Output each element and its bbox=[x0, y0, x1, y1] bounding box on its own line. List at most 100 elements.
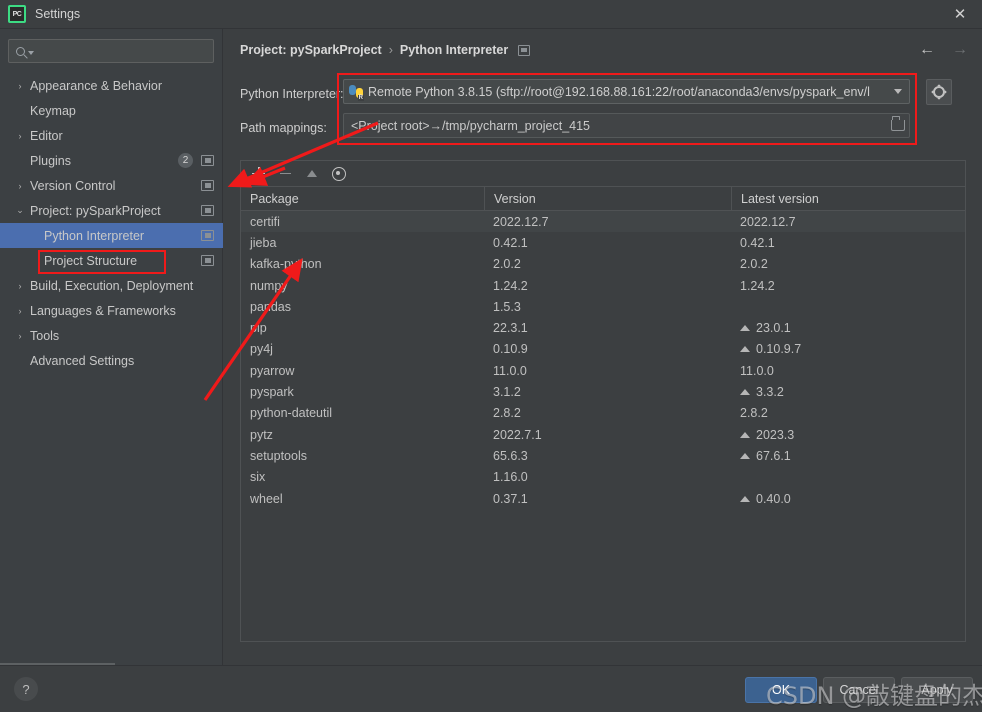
forward-arrow-icon[interactable]: → bbox=[952, 42, 968, 58]
sidebar-item-label: Keymap bbox=[30, 103, 76, 118]
cell-latest-version: 11.0.0 bbox=[740, 363, 774, 378]
table-row[interactable]: pandas 1.5.3 bbox=[241, 296, 965, 317]
cell-package: pytz bbox=[250, 427, 273, 442]
table-row[interactable]: pyspark 3.1.2 3.3.2 bbox=[241, 381, 965, 402]
settings-scope-icon[interactable] bbox=[201, 230, 214, 241]
interpreter-settings-button[interactable] bbox=[926, 79, 952, 105]
sidebar-item-project-pysparkproject[interactable]: ⌄ Project: pySparkProject bbox=[0, 198, 223, 223]
sidebar-item-label: Advanced Settings bbox=[30, 353, 135, 368]
cell-latest-version: 0.42.1 bbox=[740, 235, 775, 250]
packages-toolbar bbox=[241, 161, 965, 187]
table-row[interactable]: certifi 2022.12.7 2022.12.7 bbox=[241, 211, 965, 233]
chevron-right-icon[interactable]: › bbox=[14, 180, 26, 192]
sidebar-item-appearance-behavior[interactable]: › Appearance & Behavior bbox=[0, 73, 223, 98]
search-icon bbox=[16, 46, 25, 56]
folder-icon[interactable] bbox=[891, 116, 905, 131]
table-row[interactable]: pip 22.3.1 23.0.1 bbox=[241, 317, 965, 338]
sidebar-item-advanced-settings[interactable]: Advanced Settings bbox=[0, 348, 223, 373]
table-row[interactable]: setuptools 65.6.3 67.6.1 bbox=[241, 445, 965, 466]
table-row[interactable]: pyarrow 11.0.0 11.0.0 bbox=[241, 360, 965, 381]
upgrade-package-icon[interactable] bbox=[305, 166, 320, 181]
settings-scope-icon[interactable] bbox=[201, 155, 214, 166]
cell-latest-version bbox=[731, 296, 965, 317]
sidebar-item-version-control[interactable]: › Version Control bbox=[0, 173, 223, 198]
cell-latest-version: 23.0.1 bbox=[731, 317, 965, 338]
table-row[interactable]: six 1.16.0 bbox=[241, 467, 965, 488]
table-row[interactable]: py4j 0.10.9 0.10.9.7 bbox=[241, 339, 965, 360]
chevron-down-icon[interactable]: ⌄ bbox=[14, 205, 26, 217]
path-mappings-field[interactable]: <Project root>→/tmp/pycharm_project_415 bbox=[343, 113, 910, 138]
upgrade-available-icon bbox=[740, 495, 750, 502]
table-row[interactable]: numpy 1.24.2 1.24.2 bbox=[241, 275, 965, 296]
cell-latest-version: 0.10.9.7 bbox=[731, 339, 965, 360]
column-header-version[interactable]: Version bbox=[484, 187, 731, 210]
window-title: Settings bbox=[35, 7, 81, 21]
project-scope-icon[interactable] bbox=[518, 44, 531, 56]
settings-scope-icon[interactable] bbox=[201, 180, 214, 191]
close-icon[interactable]: ✕ bbox=[938, 0, 982, 28]
breadcrumb: Project: pySparkProject › Python Interpr… bbox=[240, 43, 531, 57]
add-package-icon[interactable] bbox=[251, 166, 266, 181]
table-row[interactable]: kafka-python 2.0.2 2.0.2 bbox=[241, 254, 965, 275]
sidebar-item-python-interpreter[interactable]: Python Interpreter bbox=[0, 223, 223, 248]
table-row[interactable]: jieba 0.42.1 0.42.1 bbox=[241, 232, 965, 253]
main-panel: Project: pySparkProject › Python Interpr… bbox=[224, 29, 982, 665]
table-row[interactable]: pytz 2022.7.1 2023.3 bbox=[241, 424, 965, 445]
chevron-right-icon[interactable]: › bbox=[14, 80, 26, 92]
sidebar-item-label: Build, Execution, Deployment bbox=[30, 278, 194, 293]
cell-latest-version: 1.24.2 bbox=[740, 278, 775, 293]
cancel-button[interactable]: Cancel bbox=[823, 677, 895, 703]
settings-dialog: PC Settings ✕ › Appearance & Behavior Keym… bbox=[0, 0, 982, 712]
settings-sidebar: › Appearance & Behavior Keymap › Editor Plugi… bbox=[0, 29, 223, 665]
column-header-latest-version[interactable]: Latest version bbox=[731, 187, 965, 210]
sidebar-item-editor[interactable]: › Editor bbox=[0, 123, 223, 148]
chevron-right-icon[interactable]: › bbox=[14, 330, 26, 342]
cell-package: pandas bbox=[250, 299, 292, 314]
sidebar-item-label: Project: pySparkProject bbox=[30, 203, 161, 218]
settings-scope-icon[interactable] bbox=[201, 205, 214, 216]
cell-version: 1.24.2 bbox=[493, 278, 528, 293]
chevron-right-icon[interactable]: › bbox=[14, 130, 26, 142]
cell-latest-version: 2.0.2 bbox=[740, 257, 768, 272]
back-arrow-icon[interactable]: ← bbox=[919, 42, 935, 58]
window-titlebar: PC Settings ✕ bbox=[0, 0, 982, 29]
help-button[interactable]: ? bbox=[14, 677, 38, 701]
python-interpreter-dropdown[interactable]: R Remote Python 3.8.15 (sftp://root@192.… bbox=[343, 79, 910, 104]
cell-version: 22.3.1 bbox=[493, 321, 528, 336]
sidebar-item-label: Project Structure bbox=[44, 253, 138, 268]
show-early-releases-icon[interactable] bbox=[332, 166, 346, 181]
column-header-package[interactable]: Package bbox=[241, 187, 484, 210]
breadcrumb-parent[interactable]: Project: pySparkProject bbox=[240, 43, 382, 57]
python-interpreter-value: Remote Python 3.8.15 (sftp://root@192.16… bbox=[368, 84, 870, 99]
sidebar-item-languages-frameworks[interactable]: › Languages & Frameworks bbox=[0, 298, 223, 323]
cell-package: pip bbox=[250, 321, 267, 336]
pycharm-logo-icon: PC bbox=[8, 5, 26, 23]
path-mappings-value: <Project root>→/tmp/pycharm_project_415 bbox=[351, 118, 591, 133]
sidebar-item-label: Version Control bbox=[30, 178, 116, 193]
chevron-down-icon[interactable] bbox=[891, 89, 905, 94]
chevron-right-icon[interactable]: › bbox=[14, 305, 26, 317]
apply-button[interactable]: Apply bbox=[901, 677, 973, 703]
sidebar-item-project-structure[interactable]: Project Structure bbox=[0, 248, 223, 273]
cell-version: 2.0.2 bbox=[493, 257, 521, 272]
table-row[interactable]: python-dateutil 2.8.2 2.8.2 bbox=[241, 403, 965, 424]
search-input[interactable] bbox=[8, 39, 214, 63]
cell-version: 65.6.3 bbox=[493, 448, 528, 463]
packages-table-body: certifi 2022.12.7 2022.12.7 jieba 0.42.1 0.42… bbox=[241, 211, 965, 509]
chevron-right-icon[interactable]: › bbox=[14, 280, 26, 292]
cell-version: 1.5.3 bbox=[493, 299, 521, 314]
settings-scope-icon[interactable] bbox=[201, 255, 214, 266]
sidebar-item-build-execution-deployment[interactable]: › Build, Execution, Deployment bbox=[0, 273, 223, 298]
cell-package: six bbox=[250, 470, 266, 485]
sidebar-item-plugins[interactable]: Plugins 2 bbox=[0, 148, 223, 173]
ok-button[interactable]: OK bbox=[745, 677, 817, 703]
table-row[interactable]: wheel 0.37.1 0.40.0 bbox=[241, 488, 965, 509]
sidebar-item-tools[interactable]: › Tools bbox=[0, 323, 223, 348]
sidebar-item-keymap[interactable]: Keymap bbox=[0, 98, 223, 123]
cell-latest-version: 0.40.0 bbox=[731, 488, 965, 509]
remove-package-icon[interactable] bbox=[278, 166, 293, 181]
cell-latest-version: 3.3.2 bbox=[731, 381, 965, 402]
upgrade-available-icon bbox=[740, 452, 750, 459]
sidebar-item-label: Editor bbox=[30, 128, 63, 143]
cell-package: python-dateutil bbox=[250, 406, 333, 421]
